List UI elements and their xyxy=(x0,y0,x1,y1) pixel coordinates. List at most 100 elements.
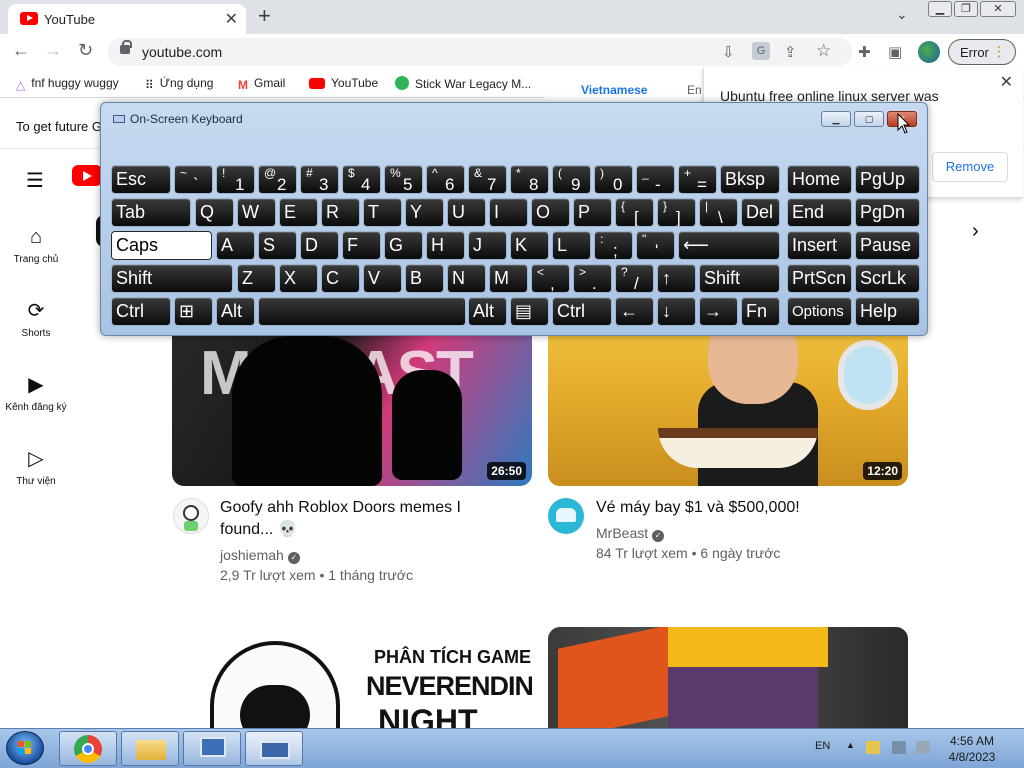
osk-key-b[interactable]: B xyxy=(405,264,444,293)
tab-search-chevron-icon[interactable]: ⌄ xyxy=(896,6,908,23)
osk-key-bksp[interactable]: Bksp xyxy=(720,165,780,194)
error-profile-button[interactable]: Error ⋮ xyxy=(948,39,1016,65)
osk-key-t[interactable]: T xyxy=(363,198,402,227)
osk-key-x[interactable]: X xyxy=(279,264,318,293)
close-icon[interactable]: ✕ xyxy=(1000,72,1013,92)
sidebar-item-shorts[interactable]: ⟳ Shorts xyxy=(0,300,72,339)
osk-key-z[interactable]: Z xyxy=(237,264,276,293)
osk-key-~%60[interactable]: ~ ` xyxy=(174,165,213,194)
back-arrow-icon[interactable]: ← xyxy=(12,40,30,61)
osk-key-help[interactable]: Help xyxy=(855,297,920,326)
osk-key-%22'[interactable]: " ' xyxy=(636,231,675,260)
tab-english[interactable]: En xyxy=(687,83,702,97)
osk-key-w[interactable]: W xyxy=(237,198,276,227)
channel-avatar-mrbeast[interactable] xyxy=(548,498,584,534)
new-tab-button[interactable]: + xyxy=(258,3,271,29)
tab-close-icon[interactable]: ✕ xyxy=(225,9,238,29)
osk-key-pgdn[interactable]: PgDn xyxy=(855,198,920,227)
osk-key-%3e.[interactable]: >. xyxy=(573,264,612,293)
osk-key-%e2%86%92[interactable]: → xyxy=(699,297,738,326)
language-indicator[interactable]: EN xyxy=(815,740,830,752)
osk-key-shift[interactable]: Shift xyxy=(111,264,233,293)
osk-key-f[interactable]: F xyxy=(342,231,381,260)
volume-muted-icon[interactable] xyxy=(916,741,930,754)
lock-icon[interactable] xyxy=(120,40,132,54)
osk-key-r[interactable]: R xyxy=(321,198,360,227)
side-panel-icon[interactable]: ▣ xyxy=(888,43,902,61)
remove-button[interactable]: Remove xyxy=(932,152,1008,182)
osk-key-del[interactable]: Del xyxy=(741,198,780,227)
hamburger-menu-icon[interactable]: ☰ xyxy=(26,168,44,193)
video-title[interactable]: Goofy ahh Roblox Doors memes I found... … xyxy=(220,497,520,541)
osk-key-%e2%86%91[interactable]: ↑ xyxy=(657,264,696,293)
osk-key-%3c%2c[interactable]: <, xyxy=(531,264,570,293)
bookmark-apps[interactable]: ⠿ Ứng dụng xyxy=(145,76,213,92)
taskbar-chrome[interactable] xyxy=(59,731,117,766)
osk-key-!1[interactable]: ! 1 xyxy=(216,165,255,194)
osk-key-end[interactable]: End xyxy=(787,198,852,227)
taskbar-remote-desktop[interactable] xyxy=(183,731,241,766)
osk-key-g[interactable]: G xyxy=(384,231,423,260)
osk-key-space[interactable] xyxy=(258,297,466,326)
osk-key-%233[interactable]: #3 xyxy=(300,165,339,194)
profile-avatar[interactable] xyxy=(918,41,940,63)
osk-key-%255[interactable]: % 5 xyxy=(384,165,423,194)
osk-key-pgup[interactable]: PgUp xyxy=(855,165,920,194)
osk-key-caps[interactable]: Caps xyxy=(111,231,212,260)
osk-key-s[interactable]: S xyxy=(258,231,297,260)
osk-key-%3a%3b[interactable]: :; xyxy=(594,231,633,260)
osk-key-%244[interactable]: $4 xyxy=(342,165,381,194)
osk-key-%e2%96%a4[interactable]: ▤ xyxy=(510,297,549,326)
reload-icon[interactable]: ↻ xyxy=(78,40,93,61)
network-icon[interactable] xyxy=(892,741,906,754)
osk-key-p[interactable]: P xyxy=(573,198,612,227)
osk-key-q[interactable]: Q xyxy=(195,198,234,227)
channel-name[interactable]: joshiemah ✓ xyxy=(220,545,300,565)
install-app-icon[interactable]: ⇩ xyxy=(722,43,735,61)
extensions-puzzle-icon[interactable]: ✚ xyxy=(858,43,871,61)
address-bar[interactable]: youtube.com xyxy=(108,38,852,66)
osk-key-pause[interactable]: Pause xyxy=(855,231,920,260)
osk-key-%267[interactable]: & 7 xyxy=(468,165,507,194)
osk-key-%7d%5d[interactable]: }] xyxy=(657,198,696,227)
sidebar-item-home[interactable]: ⌂ Trang chủ xyxy=(0,226,72,265)
bookmark-fnf[interactable]: △ fnf huggy wuggy xyxy=(16,76,119,92)
osk-key-l[interactable]: L xyxy=(552,231,591,260)
osk-key-_-[interactable]: _ - xyxy=(636,165,675,194)
video-thumbnail-minecraft[interactable] xyxy=(548,627,908,728)
bookmark-stick-war[interactable]: Stick War Legacy M... xyxy=(395,76,531,91)
osk-key-%e2%86%90[interactable]: ← xyxy=(615,297,654,326)
osk-key-scrlk[interactable]: ScrLk xyxy=(855,264,920,293)
channel-name[interactable]: MrBeast ✓ xyxy=(596,523,665,543)
bookmark-youtube[interactable]: YouTube xyxy=(309,76,378,90)
osk-key-%e2%8a%9e[interactable]: ⊞ xyxy=(174,297,213,326)
youtube-logo[interactable] xyxy=(72,165,102,186)
bookmark-gmail[interactable]: M Gmail xyxy=(238,76,285,92)
share-icon[interactable]: ⇪ xyxy=(784,43,797,61)
video-thumbnail-neverending-night[interactable]: PHÂN TÍCH GAME NEVERENDING NIGHT xyxy=(180,627,532,728)
channel-avatar-joshiemah[interactable] xyxy=(173,498,209,534)
show-hidden-icons-icon[interactable]: ▲ xyxy=(846,740,855,750)
taskbar-explorer[interactable] xyxy=(121,731,179,766)
maximize-button[interactable]: ❐ xyxy=(954,1,978,17)
osk-key-home[interactable]: Home xyxy=(787,165,852,194)
osk-key-)0[interactable]: ) 0 xyxy=(594,165,633,194)
osk-key-%e2%86%93[interactable]: ↓ xyxy=(657,297,696,326)
osk-key-d[interactable]: D xyxy=(300,231,339,260)
osk-key-prtscn[interactable]: PrtScn xyxy=(787,264,852,293)
osk-key-esc[interactable]: Esc xyxy=(111,165,171,194)
osk-key-insert[interactable]: Insert xyxy=(787,231,852,260)
osk-key-y[interactable]: Y xyxy=(405,198,444,227)
chevron-right-icon[interactable]: › xyxy=(972,220,979,243)
osk-key-options[interactable]: Options xyxy=(787,297,852,326)
osk-key-%3f%2f[interactable]: ? / xyxy=(615,264,654,293)
osk-key-v[interactable]: V xyxy=(363,264,402,293)
osk-key-m[interactable]: M xyxy=(489,264,528,293)
osk-minimize-button[interactable]: ▁ xyxy=(821,111,851,127)
sidebar-item-library[interactable]: ▷ Thư viện xyxy=(0,448,72,487)
translate-icon[interactable]: G xyxy=(752,42,770,60)
osk-key-*8[interactable]: * 8 xyxy=(510,165,549,194)
osk-key-i[interactable]: I xyxy=(489,198,528,227)
osk-key-alt[interactable]: Alt xyxy=(468,297,507,326)
osk-key-u[interactable]: U xyxy=(447,198,486,227)
